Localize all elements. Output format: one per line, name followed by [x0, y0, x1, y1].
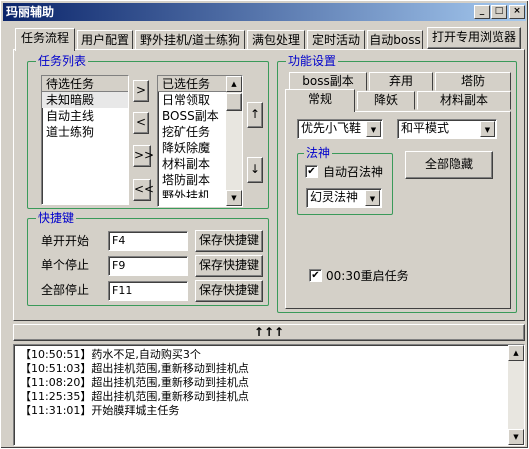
hotkey-title: 快捷键: [36, 210, 77, 226]
save-hotkey-stop-one-button[interactable]: 保存快捷键: [195, 255, 263, 277]
selected-task-list[interactable]: 已选任务 日常领取 BOSS副本 挖矿任务 降妖除魔 材料副本 塔防副本 野外挂…: [157, 75, 243, 207]
tab-label: 降妖: [373, 93, 398, 107]
fashen-type-select[interactable]: 幻灵法神 ▼: [306, 188, 382, 208]
check-icon: ✔: [311, 270, 320, 281]
tab-task-flow[interactable]: 任务流程: [15, 28, 75, 51]
scroll-down-icon[interactable]: ▼: [226, 190, 242, 206]
tab-label: 定时活动: [311, 33, 360, 47]
tab-label: 自动boss: [369, 33, 421, 47]
log-line: 【10:51:03】超出挂机范围,重新移动到挂机点: [20, 362, 249, 375]
restart-checkbox[interactable]: ✔: [309, 269, 322, 282]
tab-general[interactable]: 常规: [285, 89, 355, 112]
chevron-down-icon[interactable]: ▼: [366, 121, 381, 137]
save-hotkey-start-button[interactable]: 保存快捷键: [195, 230, 263, 252]
scroll-up-icon[interactable]: ▲: [508, 345, 524, 361]
move-up-button[interactable]: ↑: [247, 102, 263, 128]
splitter-arrows: ↑↑↑: [253, 325, 285, 339]
pending-list-header: 待选任务: [42, 76, 128, 92]
log-line: 【11:31:01】开始膜拜城主任务: [20, 404, 180, 417]
tab-timed-events[interactable]: 定时活动: [307, 30, 365, 50]
move-down-button[interactable]: ↓: [247, 157, 263, 183]
move-right-button[interactable]: >: [133, 80, 149, 102]
pending-task-list[interactable]: 待选任务 未知暗殿 自动主线 道士练狗: [41, 75, 129, 205]
splitter-toggle[interactable]: ↑↑↑: [13, 324, 525, 341]
scroll-thumb[interactable]: [226, 93, 242, 111]
log-panel[interactable]: 【10:50:51】药水不足,自动购买3个 【10:51:03】超出挂机范围,重…: [13, 344, 525, 446]
log-line: 【11:25:35】超出挂机范围,重新移动到挂机点: [20, 390, 249, 403]
app-window: 玛丽辅助 _ □ × 任务流程 用户配置 野外挂机/道士练狗 满包处理 定时活动…: [0, 0, 529, 449]
auto-summon-label: 自动召法神: [323, 165, 384, 179]
auto-summon-checkbox[interactable]: ✔: [305, 165, 318, 178]
tab-label: boss副本: [302, 74, 354, 88]
maximize-icon[interactable]: □: [491, 5, 507, 19]
tab-field-afk[interactable]: 野外挂机/道士练狗: [135, 30, 245, 50]
tab-tower-defense[interactable]: 塔防: [435, 72, 511, 91]
minimize-icon[interactable]: _: [474, 5, 490, 19]
tab-demon-slaying[interactable]: 降妖: [357, 91, 415, 110]
list-item[interactable]: 未知暗殿: [42, 92, 128, 108]
tab-label: 满包处理: [251, 33, 300, 47]
hotkey-label-stop-all: 全部停止: [41, 283, 90, 297]
hotkey-stop-one-input[interactable]: F9: [108, 256, 188, 276]
tab-full-bag[interactable]: 满包处理: [247, 30, 305, 50]
hide-all-button[interactable]: 全部隐藏: [405, 151, 493, 179]
check-icon: ✔: [307, 166, 316, 177]
tab-label: 用户配置: [80, 33, 129, 47]
hotkey-stop-all-input[interactable]: F11: [108, 281, 188, 301]
pk-mode-select[interactable]: 和平模式 ▼: [397, 119, 497, 139]
window-title: 玛丽辅助: [6, 5, 55, 19]
tab-user-config[interactable]: 用户配置: [77, 30, 133, 50]
tab-label: 常规: [307, 92, 332, 106]
scroll-down-icon[interactable]: ▼: [508, 429, 524, 445]
restart-label: 00:30重启任务: [326, 269, 409, 283]
chevron-down-icon[interactable]: ▼: [480, 121, 495, 137]
selected-list-scrollbar[interactable]: ▲ ▼: [226, 76, 242, 206]
tab-label: 任务流程: [20, 31, 69, 45]
log-lines: 【10:50:51】药水不足,自动购买3个 【10:51:03】超出挂机范围,重…: [14, 345, 524, 418]
hotkey-label-stop-one: 单个停止: [41, 258, 90, 272]
task-list-title: 任务列表: [36, 53, 89, 69]
list-item[interactable]: 自动主线: [42, 108, 128, 124]
hotkey-start-input[interactable]: F4: [108, 231, 188, 251]
open-browser-button[interactable]: 打开专用浏览器: [427, 27, 521, 49]
move-all-right-button[interactable]: >>: [133, 145, 154, 167]
tab-material-dungeon[interactable]: 材料副本: [417, 91, 511, 110]
tab-auto-boss[interactable]: 自动boss: [367, 30, 423, 50]
tab-deprecated[interactable]: 弃用: [369, 72, 433, 91]
selected-list-header: 已选任务: [158, 76, 226, 92]
settings-title: 功能设置: [286, 53, 339, 69]
save-hotkey-stop-all-button[interactable]: 保存快捷键: [195, 280, 263, 302]
log-scrollbar[interactable]: ▲ ▼: [508, 345, 524, 445]
fashen-title: 法神: [304, 145, 333, 161]
chevron-down-icon[interactable]: ▼: [365, 190, 380, 206]
move-all-left-button[interactable]: <<: [133, 179, 154, 201]
tab-label: 塔防: [460, 74, 485, 88]
close-icon[interactable]: ×: [509, 5, 525, 19]
log-line: 【10:50:51】药水不足,自动购买3个: [20, 348, 201, 361]
tab-label: 材料副本: [439, 93, 488, 107]
tab-label: 弃用: [388, 74, 413, 88]
title-bar[interactable]: 玛丽辅助 _ □ ×: [3, 3, 526, 21]
move-left-button[interactable]: <: [133, 112, 149, 134]
tab-label: 野外挂机/道士练狗: [139, 33, 241, 47]
scroll-up-icon[interactable]: ▲: [226, 76, 242, 92]
log-line: 【11:08:20】超出挂机范围,重新移动到挂机点: [20, 376, 249, 389]
hotkey-label-start: 单开开始: [41, 234, 90, 248]
list-item[interactable]: 道士练狗: [42, 124, 128, 140]
fly-shoes-select[interactable]: 优先小飞鞋 ▼: [297, 119, 383, 139]
